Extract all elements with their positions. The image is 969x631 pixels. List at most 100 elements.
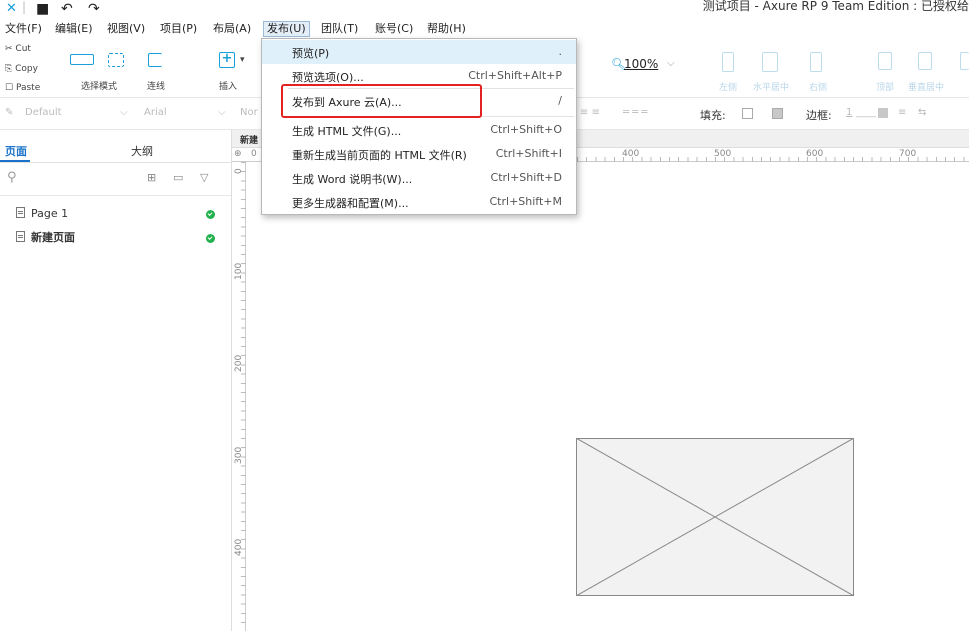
menu-bar: 文件(F) 编辑(E) 视图(V) 项目(P) 布局(A) 发布(U) 团队(T… — [0, 20, 969, 38]
page-icon — [16, 207, 25, 218]
select-contain-icon[interactable] — [108, 53, 124, 67]
menu-item-more-generators[interactable]: 更多生成器和配置(M)... Ctrl+Shift+M — [262, 190, 576, 214]
menu-item-generate-word[interactable]: 生成 Word 说明书(W)... Ctrl+Shift+D — [262, 166, 576, 190]
border-style-icon[interactable]: ≡ — [898, 107, 906, 118]
pages-panel: 页面 大纲 ⚲ ⊞ ▭ ▽ Page 1 新建页面 — [0, 130, 232, 631]
page-icon — [16, 231, 25, 242]
check-icon — [206, 234, 215, 243]
publish-menu: 预览(P) . 预览选项(O)... Ctrl+Shift+Alt+P 发布到 … — [261, 38, 577, 215]
align-right-label: 右侧 — [809, 83, 828, 93]
check-icon — [206, 210, 215, 219]
align-top-icon[interactable] — [878, 52, 892, 70]
add-page-icon[interactable]: ⊞ — [147, 171, 156, 184]
border-width-underline: ____ — [856, 107, 876, 118]
ruler-label: 0 — [251, 149, 257, 159]
menu-item-shortcut: Ctrl+Shift+D — [490, 171, 562, 184]
menu-edit[interactable]: 编辑(E) — [52, 21, 96, 37]
menu-item-shortcut: Ctrl+Shift+Alt+P — [468, 69, 562, 82]
undo-icon[interactable]: ↶ — [61, 1, 73, 17]
menu-item-label: 重新生成当前页面的 HTML 文件(R) — [292, 149, 467, 162]
vertical-ruler: 0 100 200 300 400 — [232, 162, 246, 631]
menu-publish[interactable]: 发布(U) — [263, 21, 310, 37]
menu-file[interactable]: 文件(F) — [2, 21, 45, 37]
align-center-icon[interactable] — [762, 52, 778, 72]
connect-icon[interactable] — [148, 53, 162, 67]
menu-item-shortcut: Ctrl+Shift+I — [495, 147, 562, 160]
fill-image-swatch[interactable] — [772, 108, 783, 119]
title-divider: | — [22, 0, 27, 14]
font-style-select[interactable]: Nor — [240, 107, 258, 118]
ruler-corner-icon: ⊕ — [234, 149, 242, 159]
text-align-icons[interactable]: ≡ ≡ — [580, 107, 600, 118]
menu-item-label: 生成 Word 说明书(W)... — [292, 173, 413, 186]
align-bottom-icon[interactable] — [960, 52, 969, 70]
menu-item-generate-html[interactable]: 生成 HTML 文件(G)... Ctrl+Shift+O — [262, 118, 576, 142]
fill-label: 填充: — [700, 109, 726, 122]
menu-layout[interactable]: 布局(A) — [210, 21, 254, 37]
page-tab[interactable]: 新建 — [240, 133, 258, 146]
border-pattern-icon[interactable]: ⇆ — [918, 107, 926, 118]
save-icon[interactable]: ■ — [36, 1, 49, 17]
tab-outline[interactable]: 大纲 — [131, 143, 153, 159]
zoom-value[interactable]: 100% — [624, 57, 658, 71]
menu-item-label: 预览选项(O)... — [292, 71, 364, 84]
font-select[interactable]: Arial — [144, 107, 167, 118]
zoom-dropdown-icon[interactable]: ⌵ — [667, 58, 675, 69]
menu-item-shortcut: . — [558, 45, 563, 58]
menu-item-regenerate-html[interactable]: 重新生成当前页面的 HTML 文件(R) Ctrl+Shift+I — [262, 142, 576, 166]
select-mode-label: 选择模式 — [81, 82, 118, 92]
align-left-label: 左侧 — [719, 83, 738, 93]
add-folder-icon[interactable]: ▭ — [173, 171, 183, 184]
menu-account[interactable]: 账号(C) — [372, 21, 416, 37]
select-mode-icon[interactable] — [70, 54, 94, 65]
menu-view[interactable]: 视图(V) — [104, 21, 148, 37]
align-right-icon[interactable] — [810, 52, 822, 72]
ruler-ticks — [577, 157, 969, 162]
menu-item-shortcut: / — [558, 94, 562, 107]
title-bar: ✕ | ■ ↶ ↷ 测试项目 - Axure RP 9 Team Edition… — [0, 0, 969, 20]
page-item-new[interactable]: 新建页面 — [16, 229, 75, 247]
image-placeholder-widget[interactable] — [576, 438, 854, 596]
menu-item-preview[interactable]: 预览(P) . — [262, 40, 576, 64]
tab-pages[interactable]: 页面 — [5, 143, 27, 159]
page-item-page1[interactable]: Page 1 — [16, 205, 68, 223]
style-select[interactable]: Default — [25, 107, 62, 118]
ruler-ticks — [241, 162, 246, 631]
cut-button[interactable]: ✂ Cut — [5, 44, 31, 54]
align-top-label: 顶部 — [876, 83, 895, 93]
text-valign-icons[interactable]: ═ ═ ═ — [623, 107, 647, 118]
menu-help[interactable]: 帮助(H) — [424, 21, 469, 37]
insert-label: 插入 — [219, 82, 238, 92]
font-dropdown-icon[interactable]: ⌵ — [218, 107, 226, 118]
paste-button[interactable]: ☐ Paste — [5, 83, 40, 93]
fill-color-swatch[interactable] — [742, 108, 753, 119]
align-center-label: 水平居中 — [753, 83, 790, 93]
align-middle-label: 垂直居中 — [908, 83, 945, 93]
panel-divider — [0, 162, 231, 163]
menu-item-label: 更多生成器和配置(M)... — [292, 197, 409, 210]
align-middle-icon[interactable] — [918, 52, 932, 70]
page-item-label: Page 1 — [31, 207, 69, 220]
copy-button[interactable]: ⎘ Copy — [5, 64, 38, 74]
align-left-icon[interactable] — [722, 52, 734, 72]
border-label: 边框: — [806, 109, 832, 122]
highlight-annotation — [281, 84, 482, 118]
page-item-label: 新建页面 — [31, 231, 75, 244]
menu-item-label: 预览(P) — [292, 47, 330, 60]
border-color-swatch[interactable] — [878, 108, 888, 118]
border-width[interactable]: 1 — [846, 107, 852, 118]
style-dropdown-icon[interactable]: ⌵ — [120, 107, 128, 118]
window-title: 测试项目 - Axure RP 9 Team Edition : 已授权给 — [702, 0, 969, 13]
style-icon: ✎ — [5, 107, 14, 118]
search-icon[interactable]: ⚲ — [7, 170, 17, 185]
filter-icon[interactable]: ▽ — [200, 171, 208, 184]
menu-item-shortcut: Ctrl+Shift+O — [490, 123, 562, 136]
insert-icon[interactable]: + — [219, 52, 235, 68]
axure-logo-icon: ✕ — [6, 1, 17, 16]
menu-team[interactable]: 团队(T) — [318, 21, 361, 37]
insert-dropdown-icon[interactable]: ▾ — [240, 55, 245, 65]
menu-project[interactable]: 项目(P) — [157, 21, 200, 37]
menu-item-shortcut: Ctrl+Shift+M — [489, 195, 563, 208]
panel-divider-2 — [0, 195, 231, 196]
redo-icon[interactable]: ↷ — [88, 1, 100, 17]
